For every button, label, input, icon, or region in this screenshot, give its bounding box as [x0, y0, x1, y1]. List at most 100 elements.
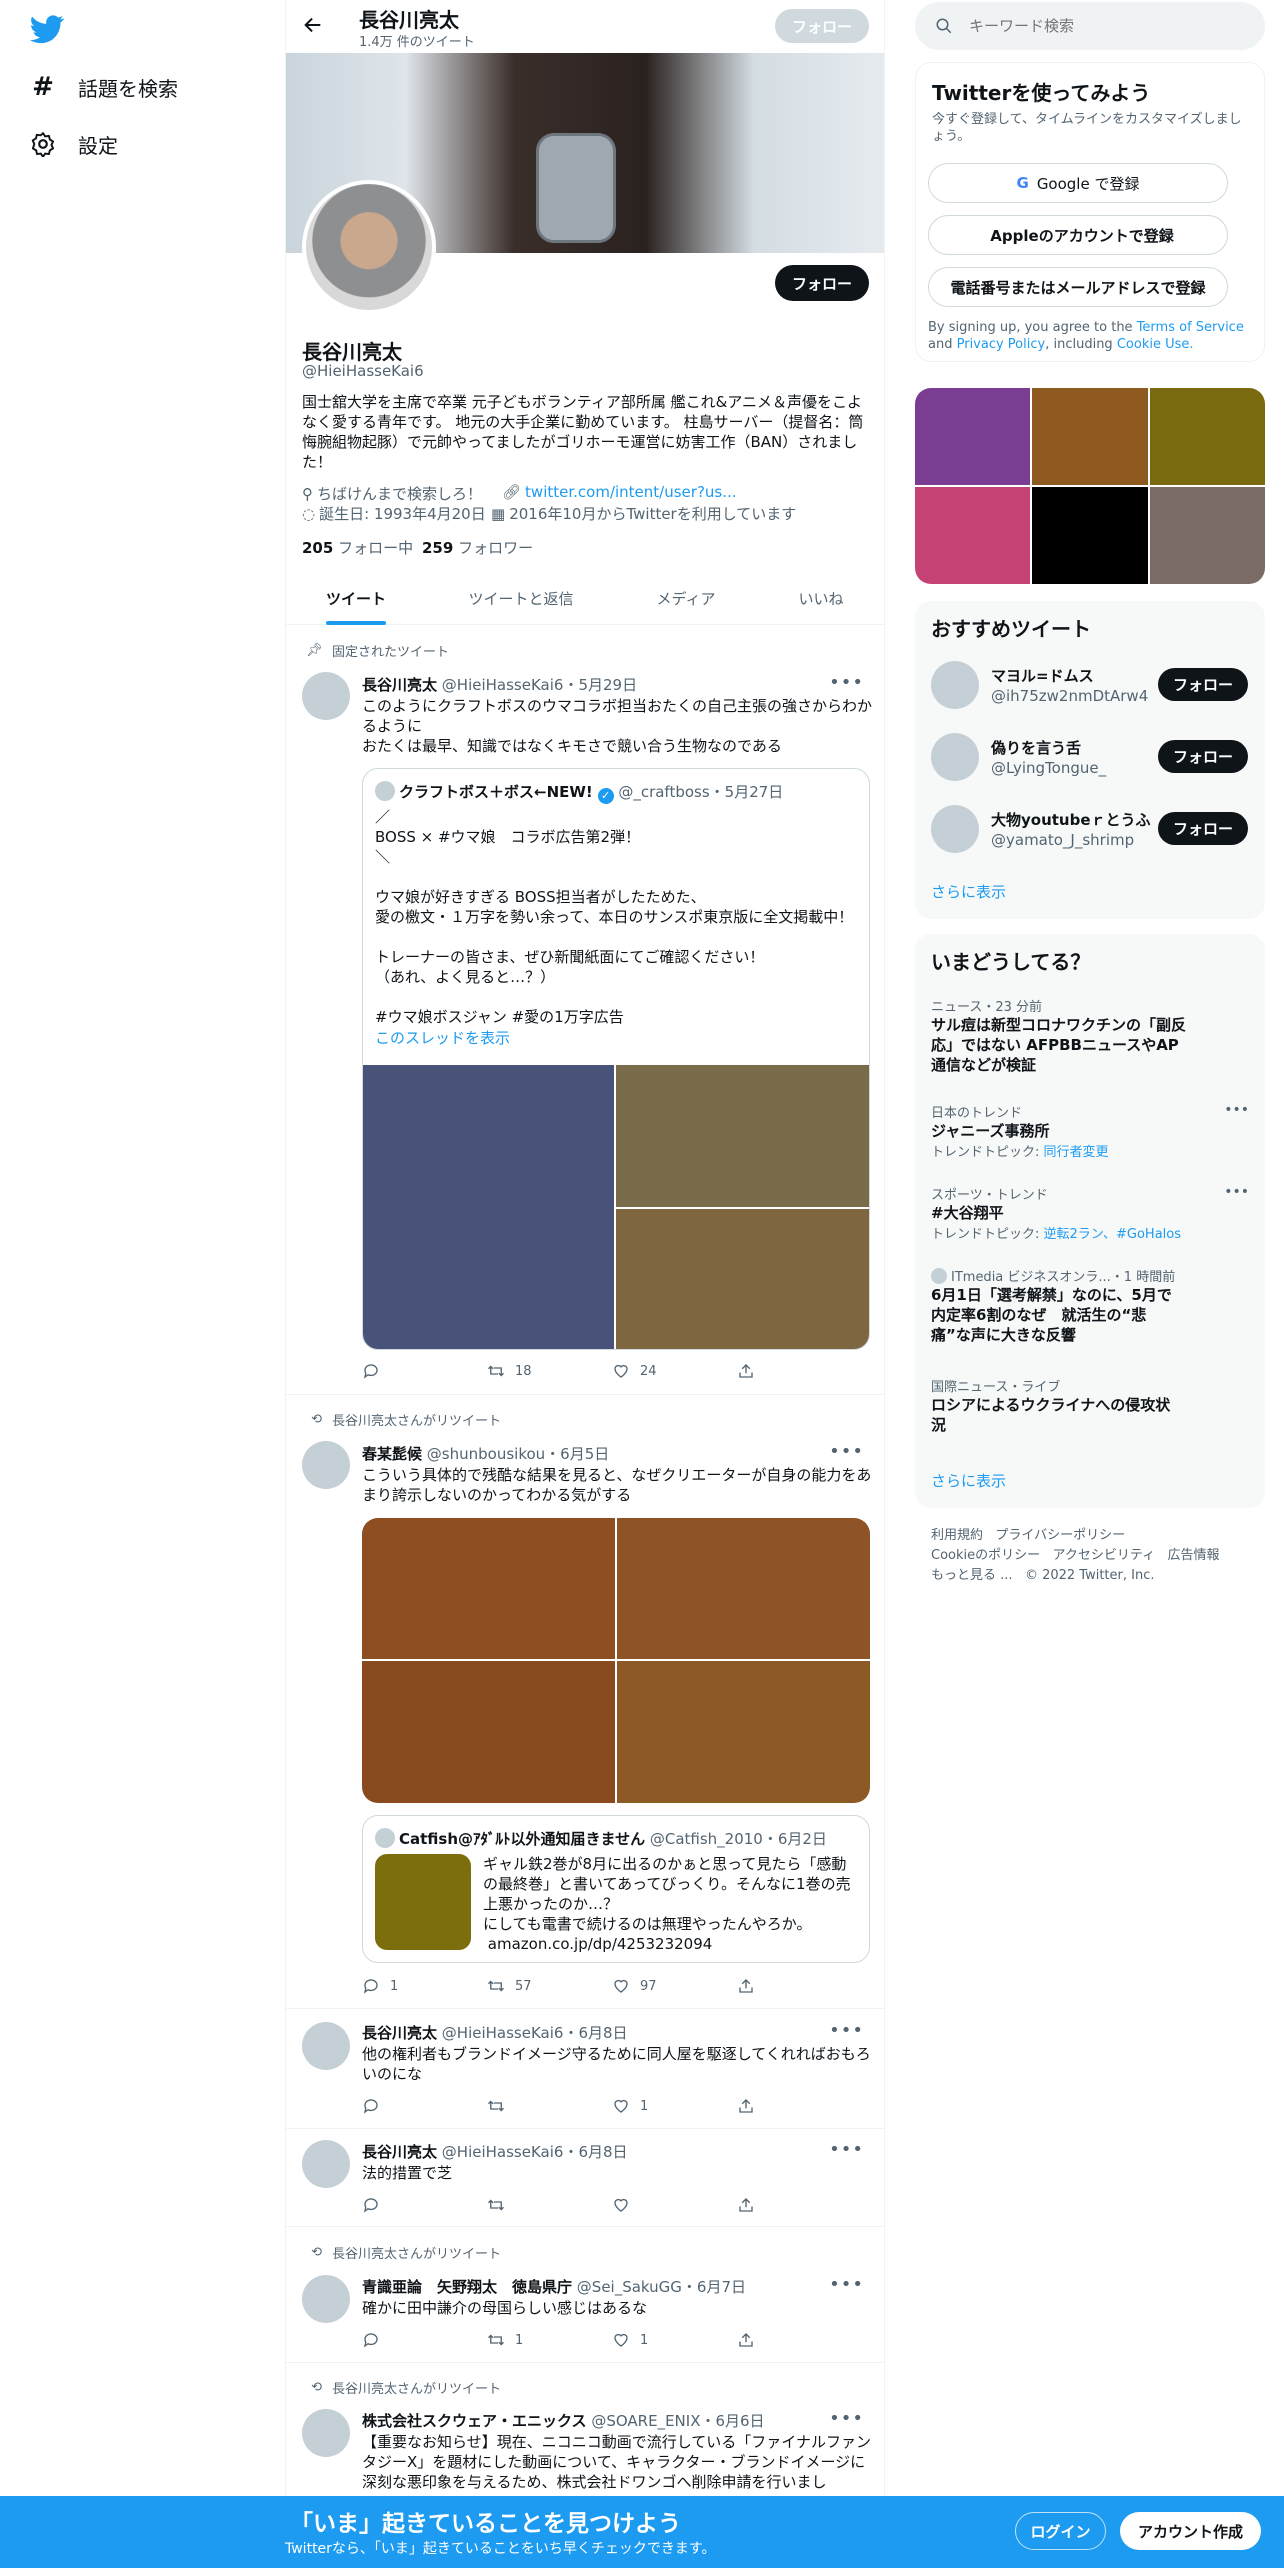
twitter-logo-icon[interactable]	[30, 12, 64, 46]
retweet-label-text[interactable]: 長谷川亮太さんがリツイート	[332, 2378, 501, 2397]
media-tile[interactable]	[1150, 487, 1265, 584]
tab-tweets[interactable]: ツイート	[286, 572, 426, 625]
retweet-button[interactable]: 57	[487, 1977, 612, 1995]
media-tile[interactable]	[915, 487, 1030, 584]
more-icon[interactable]: •••	[829, 1441, 864, 1462]
tweet-author-name[interactable]: 長谷川亮太	[362, 676, 437, 694]
more-icon[interactable]: •••	[1224, 1184, 1249, 1200]
media-tile[interactable]	[1150, 388, 1265, 485]
user-name[interactable]: 大物youtubeｒとうふ	[991, 809, 1151, 830]
user-name[interactable]: マヨル=ドムス	[991, 665, 1094, 686]
google-signup-button[interactable]: G Google で登録	[928, 163, 1228, 203]
reply-button[interactable]	[362, 2196, 487, 2214]
trend-topic-link[interactable]: 同行者変更	[1044, 1145, 1109, 1160]
signup-button[interactable]: アカウント作成	[1120, 2512, 1261, 2550]
avatar[interactable]	[302, 2022, 350, 2070]
search-box[interactable]	[915, 2, 1265, 50]
retweet-button[interactable]: 1	[487, 2331, 612, 2349]
trend-item[interactable]: ニュース・23 分前 サル痘は新型コロナワクチンの「副反応」ではない AFPBB…	[931, 996, 1191, 1075]
show-more-link[interactable]: さらに表示	[931, 881, 1006, 902]
quote-image[interactable]	[616, 1065, 869, 1207]
reply-button[interactable]: 1	[362, 1977, 487, 1995]
more-icon[interactable]: •••	[1224, 1102, 1249, 1118]
avatar[interactable]	[931, 805, 979, 853]
like-button[interactable]: 1	[612, 2097, 737, 2115]
avatar[interactable]	[931, 661, 979, 709]
more-icon[interactable]: •••	[829, 2274, 864, 2295]
avatar[interactable]	[302, 1441, 350, 1489]
avatar[interactable]	[302, 2275, 350, 2323]
profile-follow-button[interactable]: フォロー	[775, 265, 869, 301]
header-follow-button[interactable]: フォロー	[775, 9, 869, 43]
tweet-author-name[interactable]: 長谷川亮太	[362, 2143, 437, 2161]
footer-privacy-link[interactable]: プライバシーポリシー	[995, 1528, 1125, 1543]
footer-terms-link[interactable]: 利用規約	[931, 1528, 983, 1543]
more-icon[interactable]: •••	[829, 2139, 864, 2160]
retweet-label-text[interactable]: 長谷川亮太さんがリツイート	[332, 2243, 501, 2262]
profile-avatar[interactable]	[302, 180, 436, 314]
quote-tweet[interactable]: クラフトボス＋ボス←NEW! ✓ @_craftboss・5月27日 ／ BOS…	[362, 768, 870, 1350]
media-tile[interactable]	[1032, 487, 1148, 584]
more-icon[interactable]: •••	[829, 2408, 864, 2429]
avatar[interactable]	[302, 672, 350, 720]
tweet-image[interactable]	[362, 1661, 615, 1803]
profile-link-text[interactable]: twitter.com/intent/user?us...	[525, 483, 737, 501]
trend-item[interactable]: スポーツ・トレンド #大谷翔平 トレンドトピック: 逆転2ラン、#GoHalos	[931, 1184, 1231, 1242]
like-button[interactable]: 97	[612, 1977, 737, 1995]
retweet-button[interactable]: 18	[487, 1362, 612, 1380]
tweet-author-name[interactable]: 春某髭候	[362, 1445, 422, 1463]
tab-likes[interactable]: いいね	[756, 572, 884, 625]
search-input[interactable]	[969, 17, 1229, 35]
tweet-image[interactable]	[362, 1518, 615, 1659]
like-button[interactable]: 1	[612, 2331, 737, 2349]
tweet-author-name[interactable]: 青識亜論 矢野翔太 徳島県庁	[362, 2278, 572, 2296]
share-button[interactable]	[737, 2196, 862, 2214]
quote-image[interactable]	[363, 1065, 614, 1349]
nav-explore[interactable]: # 話題を検索	[30, 67, 178, 107]
reply-button[interactable]	[362, 2097, 487, 2115]
nav-settings[interactable]: 設定	[30, 124, 118, 164]
quote-tweet[interactable]: Catfish@ｱﾀﾞﾙﾄ以外通知届きません @Catfish_2010・6月2…	[362, 1815, 870, 1963]
media-tile[interactable]	[1032, 388, 1148, 485]
retweet-button[interactable]	[487, 2097, 612, 2115]
quote-image[interactable]	[616, 1209, 869, 1349]
retweet-button[interactable]	[487, 2196, 612, 2214]
tweet-image[interactable]	[617, 1661, 870, 1803]
reply-button[interactable]	[362, 2331, 487, 2349]
like-button[interactable]: 24	[612, 1362, 737, 1380]
show-more-link[interactable]: さらに表示	[931, 1470, 1006, 1491]
trend-item[interactable]: 国際ニュース・ライブ ロシアによるウクライナへの侵攻状況	[931, 1376, 1181, 1435]
tweet-author-name[interactable]: 長谷川亮太	[362, 2024, 437, 2042]
login-button[interactable]: ログイン	[1015, 2512, 1106, 2550]
avatar[interactable]	[302, 2409, 350, 2457]
share-button[interactable]	[737, 1977, 862, 1995]
like-button[interactable]	[612, 2196, 737, 2214]
share-button[interactable]	[737, 1362, 862, 1380]
show-thread-link[interactable]: このスレッドを表示	[375, 1027, 510, 1048]
tweet-author-name[interactable]: 株式会社スクウェア・エニックス	[362, 2412, 587, 2430]
avatar[interactable]	[302, 2140, 350, 2188]
followers-stat[interactable]: 259 フォロワー	[422, 537, 533, 558]
trend-item[interactable]: 日本のトレンド ジャニーズ事務所 トレンドトピック: 同行者変更	[931, 1102, 1231, 1160]
share-button[interactable]	[737, 2097, 862, 2115]
trend-topic-link[interactable]: 逆転2ラン、#GoHalos	[1044, 1227, 1182, 1242]
retweet-label-text[interactable]: 長谷川亮太さんがリツイート	[332, 1410, 501, 1429]
tweet-media-grid[interactable]	[362, 1518, 870, 1803]
reply-button[interactable]	[362, 1362, 487, 1380]
footer-accessibility-link[interactable]: アクセシビリティ	[1053, 1548, 1156, 1563]
follow-button[interactable]: フォロー	[1158, 668, 1248, 701]
more-icon[interactable]: •••	[829, 672, 864, 693]
tweet-image[interactable]	[617, 1518, 870, 1659]
profile-link[interactable]: 🔗︎ twitter.com/intent/user?us...	[502, 483, 737, 501]
trend-item[interactable]: ITmedia ビジネスオンラ...・1 時間前 6月1日「選考解禁」なのに、5…	[931, 1266, 1181, 1345]
share-button[interactable]	[737, 2331, 862, 2349]
follow-button[interactable]: フォロー	[1158, 740, 1248, 773]
privacy-link[interactable]: Privacy Policy	[957, 337, 1046, 352]
follow-button[interactable]: フォロー	[1158, 812, 1248, 845]
back-arrow-icon[interactable]	[302, 14, 326, 38]
terms-link[interactable]: Terms of Service	[1137, 320, 1244, 335]
phone-signup-button[interactable]: 電話番号またはメールアドレスで登録	[928, 267, 1228, 307]
media-tile[interactable]	[915, 388, 1030, 485]
cookie-link[interactable]: Cookie Use.	[1117, 337, 1194, 352]
footer-ads-link[interactable]: 広告情報	[1168, 1548, 1220, 1563]
